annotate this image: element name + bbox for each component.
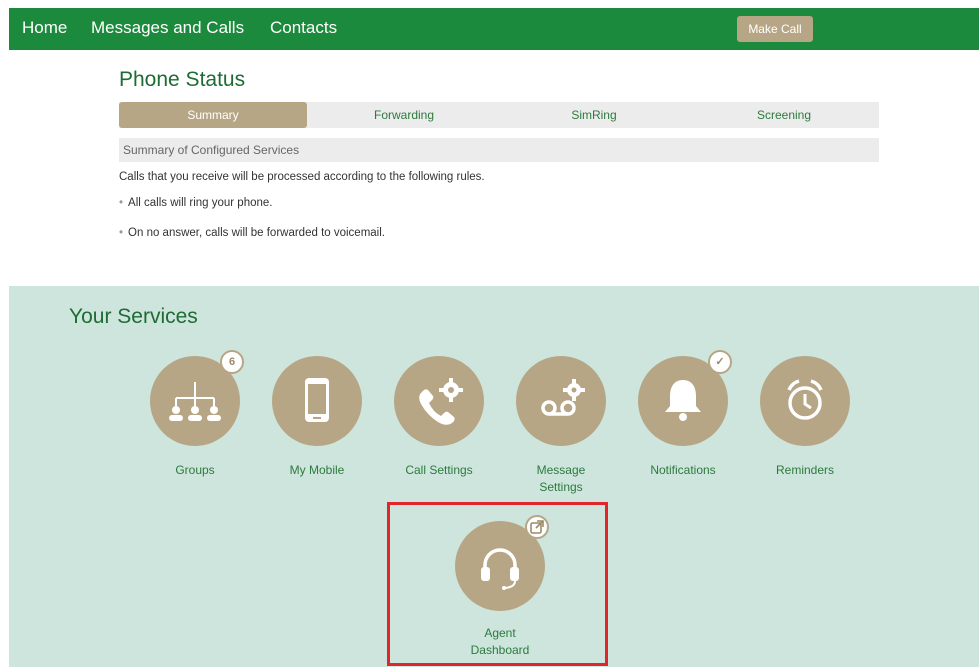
alarm-clock-icon bbox=[787, 379, 823, 420]
service-groups[interactable]: 6 Groups bbox=[135, 350, 255, 479]
tab-summary[interactable]: Summary bbox=[119, 102, 307, 128]
service-label: Call Settings bbox=[405, 463, 473, 477]
service-label: Notifications bbox=[650, 463, 716, 477]
service-circle bbox=[272, 356, 362, 446]
rule-item: • On no answer, calls will be forwarded t… bbox=[119, 227, 385, 239]
service-label: Reminders bbox=[775, 463, 835, 477]
phone-gear-icon bbox=[419, 378, 463, 425]
voicemail-gear-icon bbox=[541, 379, 585, 416]
notifications-check-badge: ✓ bbox=[708, 350, 732, 374]
service-circle bbox=[394, 356, 484, 446]
nav-messages-and-calls[interactable]: Messages and Calls bbox=[91, 18, 244, 38]
rule-text: All calls will ring your phone. bbox=[128, 197, 273, 209]
bullet-icon: • bbox=[119, 227, 124, 239]
service-label-text: Message Settings bbox=[536, 463, 586, 494]
mobile-phone-icon bbox=[305, 378, 329, 422]
rule-text: On no answer, calls will be forwarded to… bbox=[128, 227, 385, 239]
service-label: Groups bbox=[175, 463, 215, 477]
page: Home Messages and Calls Contacts Make Ca… bbox=[9, 0, 979, 667]
tab-simring[interactable]: SimRing bbox=[499, 102, 689, 128]
service-circle bbox=[760, 356, 850, 446]
nav-home[interactable]: Home bbox=[22, 18, 67, 38]
service-call-settings[interactable]: Call Settings bbox=[379, 356, 499, 479]
agent-dashboard-highlight-box bbox=[387, 502, 608, 666]
service-label: My Mobile bbox=[289, 463, 345, 477]
service-notifications[interactable]: ✓ Notifications bbox=[623, 350, 743, 479]
summary-intro-text: Calls that you receive will be processed… bbox=[119, 171, 485, 183]
summary-section-header: Summary of Configured Services bbox=[119, 138, 879, 162]
top-nav-bar: Home Messages and Calls Contacts Make Ca… bbox=[9, 8, 979, 50]
service-circle: ✓ bbox=[638, 350, 732, 446]
rule-item: • All calls will ring your phone. bbox=[119, 197, 272, 209]
tab-forwarding[interactable]: Forwarding bbox=[309, 102, 499, 128]
services-title: Your Services bbox=[69, 305, 198, 328]
service-message-settings[interactable]: Message Settings bbox=[501, 356, 621, 496]
service-label: Message Settings bbox=[501, 462, 621, 496]
phone-status-tabs: Summary Forwarding SimRing Screening bbox=[119, 102, 879, 128]
page-title: Phone Status bbox=[119, 68, 246, 91]
service-circle bbox=[516, 356, 606, 446]
service-circle: 6 bbox=[150, 350, 244, 446]
groups-count-badge: 6 bbox=[220, 350, 244, 374]
bullet-icon: • bbox=[119, 197, 124, 209]
service-my-mobile[interactable]: My Mobile bbox=[257, 356, 377, 479]
service-reminders[interactable]: Reminders bbox=[745, 356, 865, 479]
tab-screening[interactable]: Screening bbox=[689, 102, 879, 128]
nav-contacts[interactable]: Contacts bbox=[270, 18, 337, 38]
make-call-button[interactable]: Make Call bbox=[737, 16, 813, 42]
